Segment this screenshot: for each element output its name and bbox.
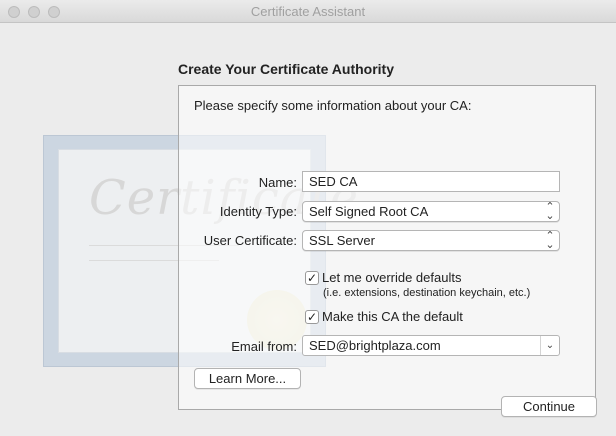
user-certificate-label: User Certificate:: [203, 233, 297, 248]
make-default-checkbox[interactable]: ✓: [305, 310, 319, 324]
email-from-combobox[interactable]: SED@brightplaza.com ⌄: [302, 335, 560, 356]
user-certificate-popup[interactable]: SSL Server ⌃ ⌄: [302, 230, 560, 251]
override-defaults-label[interactable]: Let me override defaults: [322, 270, 461, 285]
user-certificate-value: SSL Server: [309, 233, 375, 248]
name-field-value: SED CA: [309, 174, 358, 189]
continue-button[interactable]: Continue: [501, 396, 597, 417]
override-defaults-checkbox[interactable]: ✓: [305, 271, 319, 285]
page-heading: Create Your Certificate Authority: [178, 61, 395, 77]
email-from-label: Email from:: [231, 339, 297, 354]
identity-type-label: Identity Type:: [219, 204, 297, 219]
name-label: Name:: [258, 175, 297, 190]
email-from-value: SED@brightplaza.com: [309, 338, 441, 353]
learn-more-button[interactable]: Learn More...: [194, 368, 301, 389]
up-down-chevron-icon: ⌃ ⌄: [545, 201, 555, 222]
override-defaults-hint: (i.e. extensions, destination keychain, …: [323, 287, 531, 299]
intro-text: Please specify some information about yo…: [194, 98, 472, 113]
identity-type-popup[interactable]: Self Signed Root CA ⌃ ⌄: [302, 201, 560, 222]
title-bar: Certificate Assistant: [0, 0, 616, 23]
up-down-chevron-icon: ⌃ ⌄: [545, 230, 555, 251]
make-default-label[interactable]: Make this CA the default: [322, 309, 463, 324]
form-panel: Please specify some information about yo…: [178, 85, 596, 410]
checkmark-icon: ✓: [306, 271, 318, 285]
chevron-down-icon[interactable]: ⌄: [540, 336, 559, 355]
identity-type-value: Self Signed Root CA: [309, 204, 429, 219]
checkmark-icon: ✓: [306, 310, 318, 324]
window-title: Certificate Assistant: [250, 4, 366, 19]
name-field[interactable]: SED CA: [302, 171, 560, 192]
window-body: Certificate Create Your Certificate Auth…: [0, 23, 616, 436]
